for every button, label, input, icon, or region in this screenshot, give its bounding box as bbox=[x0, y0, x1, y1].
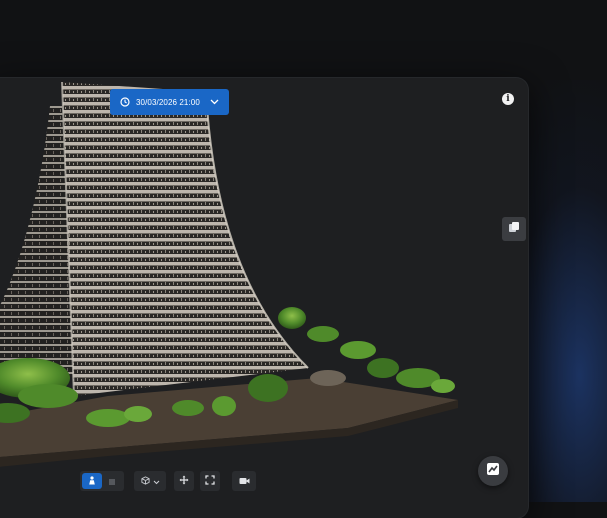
square-icon bbox=[109, 472, 115, 490]
video-camera-button[interactable] bbox=[232, 471, 256, 491]
person-icon bbox=[88, 472, 96, 490]
view-mode-group bbox=[80, 471, 124, 491]
viewer-toolbar bbox=[80, 470, 256, 492]
chevron-down-icon bbox=[153, 472, 160, 490]
map-icon bbox=[486, 462, 500, 481]
layers-icon bbox=[508, 220, 520, 238]
point-cloud-scene[interactable] bbox=[0, 78, 528, 518]
date-time-label: 30/03/2026 21:00 bbox=[136, 97, 200, 107]
fullscreen-button[interactable] bbox=[200, 471, 220, 491]
layers-button[interactable] bbox=[502, 217, 526, 241]
video-camera-icon bbox=[239, 472, 250, 490]
date-time-selector[interactable]: 30/03/2026 21:00 bbox=[110, 89, 229, 115]
square-view-button[interactable] bbox=[102, 473, 122, 489]
fullscreen-icon bbox=[205, 472, 215, 490]
info-icon: i bbox=[506, 94, 510, 104]
info-button[interactable]: i bbox=[502, 93, 514, 105]
point-cloud-viewer[interactable]: 30/03/2026 21:00 i bbox=[0, 78, 528, 518]
cube-icon bbox=[140, 472, 150, 490]
chevron-down-icon bbox=[210, 99, 219, 105]
move-icon bbox=[179, 472, 189, 490]
map-button[interactable] bbox=[478, 456, 508, 486]
3d-view-dropdown[interactable] bbox=[134, 471, 166, 491]
move-button[interactable] bbox=[174, 471, 194, 491]
person-view-button[interactable] bbox=[82, 473, 102, 489]
clock-icon bbox=[120, 97, 130, 107]
